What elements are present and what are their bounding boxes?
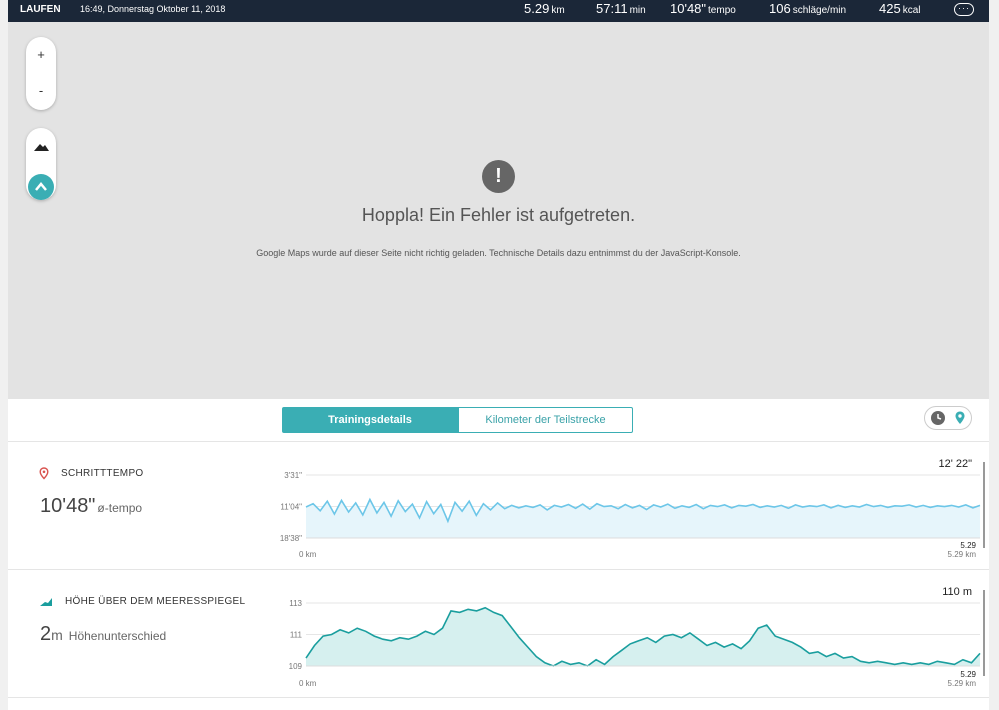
stat-distance: 5.29 km: [524, 1, 565, 16]
elevation-y-tick: 109: [289, 662, 303, 671]
satellite-view-button[interactable]: [28, 174, 54, 200]
axis-mode-toggle[interactable]: [924, 406, 972, 430]
pace-chart-svg: 3'31" 11'04" 18'38": [280, 462, 985, 548]
elevation-x-end: 5.29: [960, 670, 976, 679]
location-pin-icon[interactable]: [952, 410, 968, 426]
terrain-view-button[interactable]: [26, 134, 56, 160]
pace-x-end-unit: 5.29 km: [947, 550, 976, 559]
elevation-x-end-unit: 5.29 km: [947, 679, 976, 688]
stat-heart-rate: 106 schläge/min: [769, 1, 847, 16]
zoom-out-button[interactable]: -: [26, 73, 56, 109]
stat-duration: 57:11 min: [596, 1, 646, 16]
pace-average: 10'48" ø-tempo: [40, 495, 143, 517]
activity-datetime: 16:49, Donnerstag Oktober 11, 2018: [80, 4, 226, 14]
more-icon[interactable]: ···: [954, 3, 974, 16]
elevation-chart-svg: 113 111 109: [289, 590, 985, 676]
tab-split-kilometers[interactable]: Kilometer der Teilstrecke: [458, 407, 633, 433]
error-icon: !: [482, 160, 515, 193]
mountain-icon: [34, 144, 49, 151]
stat-calories: 425 kcal: [879, 1, 921, 16]
pace-title: SCHRITTTEMPO: [61, 468, 144, 479]
chevron-up-icon: [35, 182, 47, 191]
elevation-y-tick: 113: [289, 599, 302, 608]
zoom-control: + -: [26, 37, 56, 110]
detail-tabs: Trainingsdetails Kilometer der Teilstrec…: [282, 407, 633, 433]
elevation-icon: [40, 598, 52, 606]
divider: [8, 569, 989, 570]
tab-training-details[interactable]: Trainingsdetails: [282, 407, 458, 433]
stat-pace: 10'48" tempo: [670, 1, 736, 16]
pace-x-start: 0 km: [299, 550, 317, 559]
pace-y-tick: 11'04": [280, 502, 302, 511]
activity-type: LAUFEN: [20, 4, 61, 15]
pace-y-tick: 18'38": [280, 534, 302, 543]
elevation-x-start: 0 km: [299, 679, 317, 688]
elevation-difference: 2m Höhenunterschied: [40, 623, 167, 645]
zoom-in-button[interactable]: +: [26, 37, 56, 73]
clock-icon[interactable]: [931, 411, 945, 425]
error-subtitle: Google Maps wurde auf dieser Seite nicht…: [256, 248, 741, 258]
divider: [8, 697, 989, 698]
map-view-control: [26, 128, 56, 200]
elevation-title: HÖHE ÜBER DEM MEERESSPIEGEL: [65, 596, 246, 607]
map-area[interactable]: + - ! Hoppla! Ein Fehler ist aufgetreten…: [8, 22, 989, 399]
elevation-y-tick: 111: [290, 631, 303, 640]
location-pin-icon: [39, 467, 49, 480]
pace-x-end: 5.29: [960, 541, 976, 550]
app-frame: LAUFEN 16:49, Donnerstag Oktober 11, 201…: [8, 0, 989, 710]
pace-chart[interactable]: 3'31" 11'04" 18'38": [268, 462, 988, 550]
elevation-chart[interactable]: 113 111 109: [268, 590, 988, 678]
activity-header: LAUFEN 16:49, Donnerstag Oktober 11, 201…: [8, 0, 989, 22]
elevation-area: [306, 607, 980, 666]
pace-y-tick: 3'31": [284, 471, 302, 480]
divider: [8, 441, 989, 442]
error-title: Hoppla! Ein Fehler ist aufgetreten.: [361, 205, 636, 225]
